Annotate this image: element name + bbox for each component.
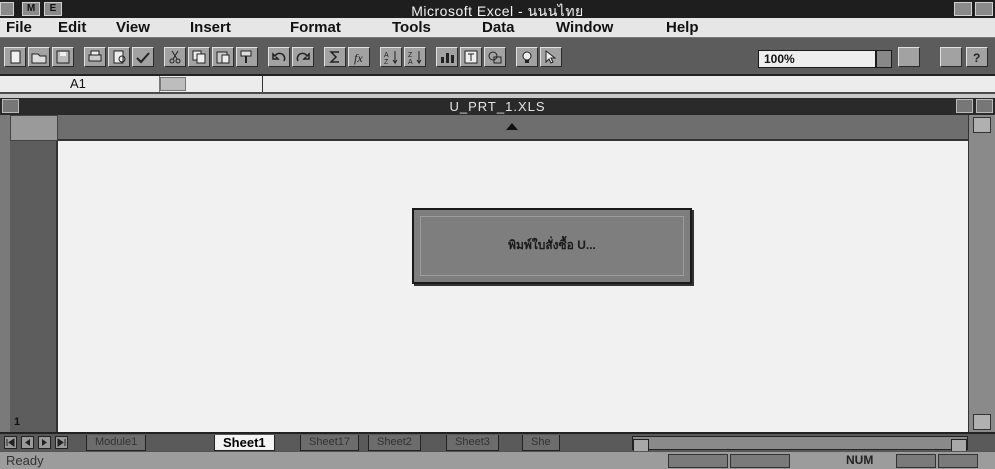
last-sheet-icon[interactable] (55, 436, 68, 449)
formula-separator (262, 76, 263, 92)
print-dialog[interactable]: พิมพ์ใบสั่งซื้อ U... (412, 208, 692, 284)
toolbar-help-icon[interactable]: ? (966, 47, 988, 67)
prev-sheet-icon[interactable] (21, 436, 34, 449)
menu-data[interactable]: Data (482, 19, 515, 36)
name-box-dropdown-icon[interactable] (160, 77, 186, 91)
menu-edit[interactable]: Edit (58, 19, 86, 36)
status-indicator-1 (668, 454, 728, 468)
document-minimize-button[interactable] (956, 99, 973, 113)
row-header[interactable]: 1 (10, 141, 58, 432)
next-sheet-icon[interactable] (38, 436, 51, 449)
copy-icon[interactable] (188, 47, 210, 67)
name-box[interactable]: A1 (0, 76, 160, 92)
menu-format[interactable]: Format (290, 19, 341, 36)
status-bar: Ready NUM (0, 451, 995, 469)
menu-file[interactable]: File (6, 19, 32, 36)
toolbar-wizard-icon[interactable] (940, 47, 962, 67)
vertical-scrollbar[interactable] (968, 115, 995, 432)
select-all-button[interactable] (10, 115, 58, 141)
document-titlebar: U_PRT_1.XLS (0, 98, 995, 115)
open-folder-icon[interactable] (28, 47, 50, 67)
menu-tools[interactable]: Tools (392, 19, 431, 36)
row-number: 1 (14, 416, 21, 428)
app-titlebar: M E Microsoft Excel - นนนไทย (0, 0, 995, 19)
drawing-icon[interactable] (484, 47, 506, 67)
svg-text:?: ? (973, 51, 980, 65)
status-indicator-3 (896, 454, 936, 468)
menu-view[interactable]: View (116, 19, 150, 36)
undo-icon[interactable] (268, 47, 290, 67)
svg-text:A: A (384, 52, 389, 59)
print-preview-icon[interactable] (108, 47, 130, 67)
first-sheet-icon[interactable] (4, 436, 17, 449)
format-painter-icon[interactable] (236, 47, 258, 67)
redo-icon[interactable] (292, 47, 314, 67)
svg-text:A: A (408, 59, 413, 66)
tab-sheet17[interactable]: Sheet17 (300, 435, 359, 451)
sort-ascending-icon[interactable]: AZ (380, 47, 402, 67)
svg-text:Z: Z (408, 52, 413, 59)
svg-text:Z: Z (384, 59, 389, 66)
minimize-button[interactable] (954, 2, 972, 16)
document-title: U_PRT_1.XLS (449, 99, 546, 114)
sheet-tab-bar: Module1 Sheet1 Sheet17 Sheet2 Sheet3 She (0, 432, 995, 453)
text-box-icon[interactable] (460, 47, 482, 67)
scroll-down-icon[interactable] (973, 414, 991, 430)
help-pointer-icon[interactable] (540, 47, 562, 67)
toolbar-extra-icon[interactable] (898, 47, 920, 67)
scroll-up-icon[interactable] (973, 117, 991, 133)
new-file-icon[interactable] (4, 47, 26, 67)
tab-sheet2[interactable]: Sheet2 (368, 435, 421, 451)
zoom-dropdown-icon[interactable] (876, 50, 892, 68)
autosum-icon[interactable] (324, 47, 346, 67)
tab-sheet1[interactable]: Sheet1 (214, 435, 275, 451)
horizontal-scrollbar[interactable] (632, 436, 968, 453)
split-arrow-icon[interactable] (506, 123, 518, 130)
tab-module1[interactable]: Module1 (86, 435, 147, 451)
chart-wizard-icon[interactable] (436, 47, 458, 67)
save-icon[interactable] (52, 47, 74, 67)
tip-wizard-icon[interactable] (516, 47, 538, 67)
num-lock-indicator: NUM (846, 453, 874, 467)
cut-icon[interactable] (164, 47, 186, 67)
spelling-icon[interactable] (132, 47, 154, 67)
status-indicator-4 (938, 454, 978, 468)
paste-icon[interactable] (212, 47, 234, 67)
status-text: Ready (6, 453, 44, 468)
menu-help[interactable]: Help (666, 19, 699, 36)
function-wizard-icon[interactable]: fx (348, 47, 370, 67)
restore-button[interactable] (975, 2, 993, 16)
dialog-message: พิมพ์ใบสั่งซื้อ U... (508, 238, 596, 252)
document-restore-button[interactable] (976, 99, 993, 113)
print-icon[interactable] (84, 47, 106, 67)
formula-bar: A1 (0, 76, 995, 94)
menu-bar: File Edit View Insert Format Tools Data … (0, 18, 995, 38)
menu-insert[interactable]: Insert (190, 19, 231, 36)
zoom-control[interactable]: 100% (758, 50, 876, 68)
tab-more[interactable]: She (522, 435, 560, 451)
sheet-canvas[interactable] (58, 141, 968, 432)
tab-sheet3[interactable]: Sheet3 (446, 435, 499, 451)
svg-text:fx: fx (354, 51, 363, 65)
sort-descending-icon[interactable]: ZA (404, 47, 426, 67)
menu-window[interactable]: Window (556, 19, 613, 36)
status-indicator-2 (730, 454, 790, 468)
standard-toolbar: fx AZ ZA 100% ? (0, 38, 995, 76)
